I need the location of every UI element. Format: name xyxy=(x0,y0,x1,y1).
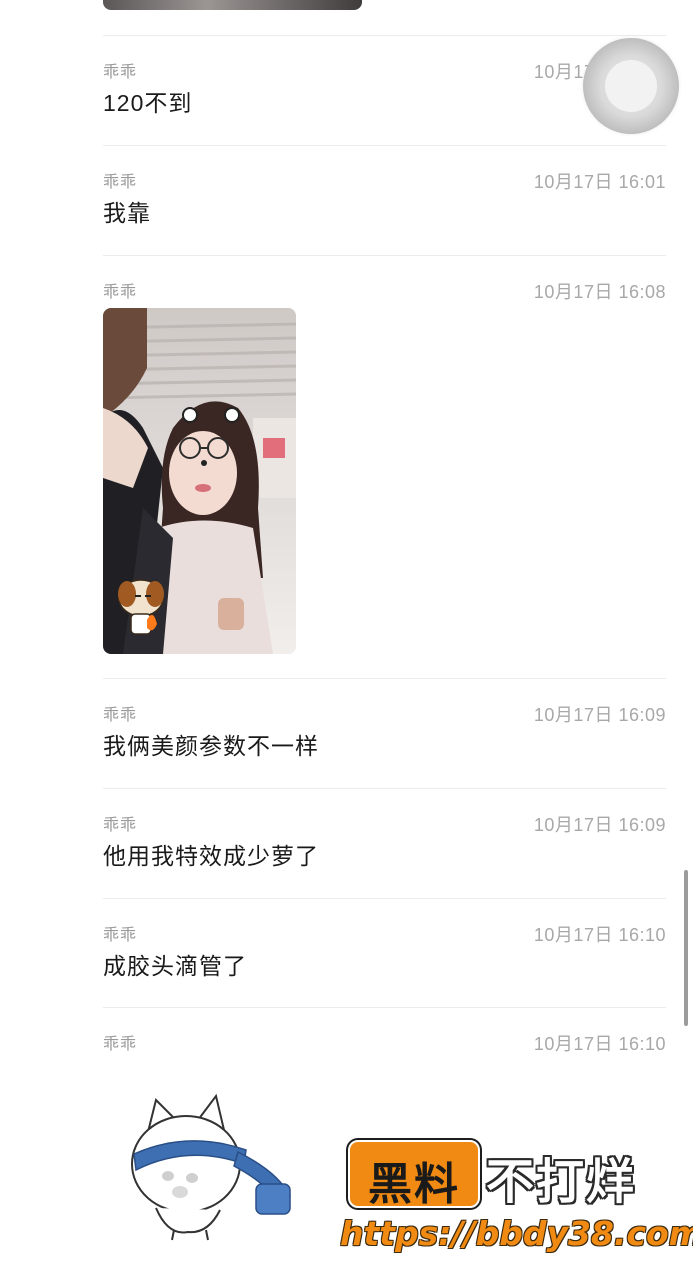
selfie-photo xyxy=(103,308,296,654)
message-time: 10月17日 16:09 xyxy=(533,705,666,725)
scrollbar[interactable] xyxy=(684,870,688,1026)
message-item[interactable]: 乖乖 10月17日 16:08 xyxy=(103,278,666,658)
watermark-url: https://bbdy38.com xyxy=(340,1214,693,1253)
assistive-touch-inner xyxy=(605,60,657,112)
sender-name: 乖乖 xyxy=(103,707,138,724)
message-text: 他用我特效成少萝了 xyxy=(103,843,319,869)
watermark-badge: 黑料 xyxy=(348,1140,480,1210)
sender-name: 乖乖 xyxy=(103,1036,138,1053)
sender-name: 乖乖 xyxy=(103,174,138,191)
message-item[interactable]: 乖乖 10月17日 16:09 他用我特效成少萝了 xyxy=(103,811,666,881)
message-item[interactable]: 乖乖 10月17日 16:10 xyxy=(103,1030,666,1060)
message-time: 10月17日 16:10 xyxy=(533,925,666,945)
cat-sticker-icon[interactable] xyxy=(128,1092,298,1242)
divider xyxy=(103,145,666,146)
message-text: 我靠 xyxy=(103,200,151,226)
message-text: 成胶头滴管了 xyxy=(103,953,247,979)
sender-name: 乖乖 xyxy=(103,927,138,944)
message-time: 10月17日 16:10 xyxy=(533,1034,666,1054)
watermark-slogan: 不打烊 xyxy=(486,1154,637,1210)
message-item[interactable]: 乖乖 10月17日 16:10 成胶头滴管了 xyxy=(103,921,666,991)
previous-image-message[interactable] xyxy=(103,0,362,10)
divider xyxy=(103,898,666,899)
sender-name: 乖乖 xyxy=(103,817,138,834)
message-item[interactable]: 乖乖 10月17日 16:01 我靠 xyxy=(103,168,666,238)
watermark-badge-text: 黑料 xyxy=(368,1159,460,1210)
message-time: 10月17日 16:09 xyxy=(533,815,666,835)
site-watermark: 黑料 不打烊 https://bbdy38.com xyxy=(340,1136,693,1256)
message-item[interactable]: 乖乖 10月17日 16:09 我俩美颜参数不一样 xyxy=(103,701,666,771)
message-text: 120不到 xyxy=(103,90,193,116)
divider xyxy=(103,35,666,36)
photo-message[interactable] xyxy=(103,308,296,654)
chat-history-page: 乖乖 10月17日 16:01 120不到 乖乖 10月17日 16:01 我靠… xyxy=(0,0,693,1280)
assistive-touch-icon[interactable] xyxy=(583,38,679,134)
message-time: 10月17日 16:08 xyxy=(533,282,666,302)
message-item[interactable]: 乖乖 10月17日 16:01 120不到 xyxy=(103,58,666,128)
divider xyxy=(103,788,666,789)
message-time: 10月17日 16:01 xyxy=(533,172,666,192)
sender-name: 乖乖 xyxy=(103,284,138,301)
message-text: 我俩美颜参数不一样 xyxy=(103,733,319,759)
sender-name: 乖乖 xyxy=(103,64,138,81)
divider xyxy=(103,678,666,679)
divider xyxy=(103,1007,666,1008)
divider xyxy=(103,255,666,256)
